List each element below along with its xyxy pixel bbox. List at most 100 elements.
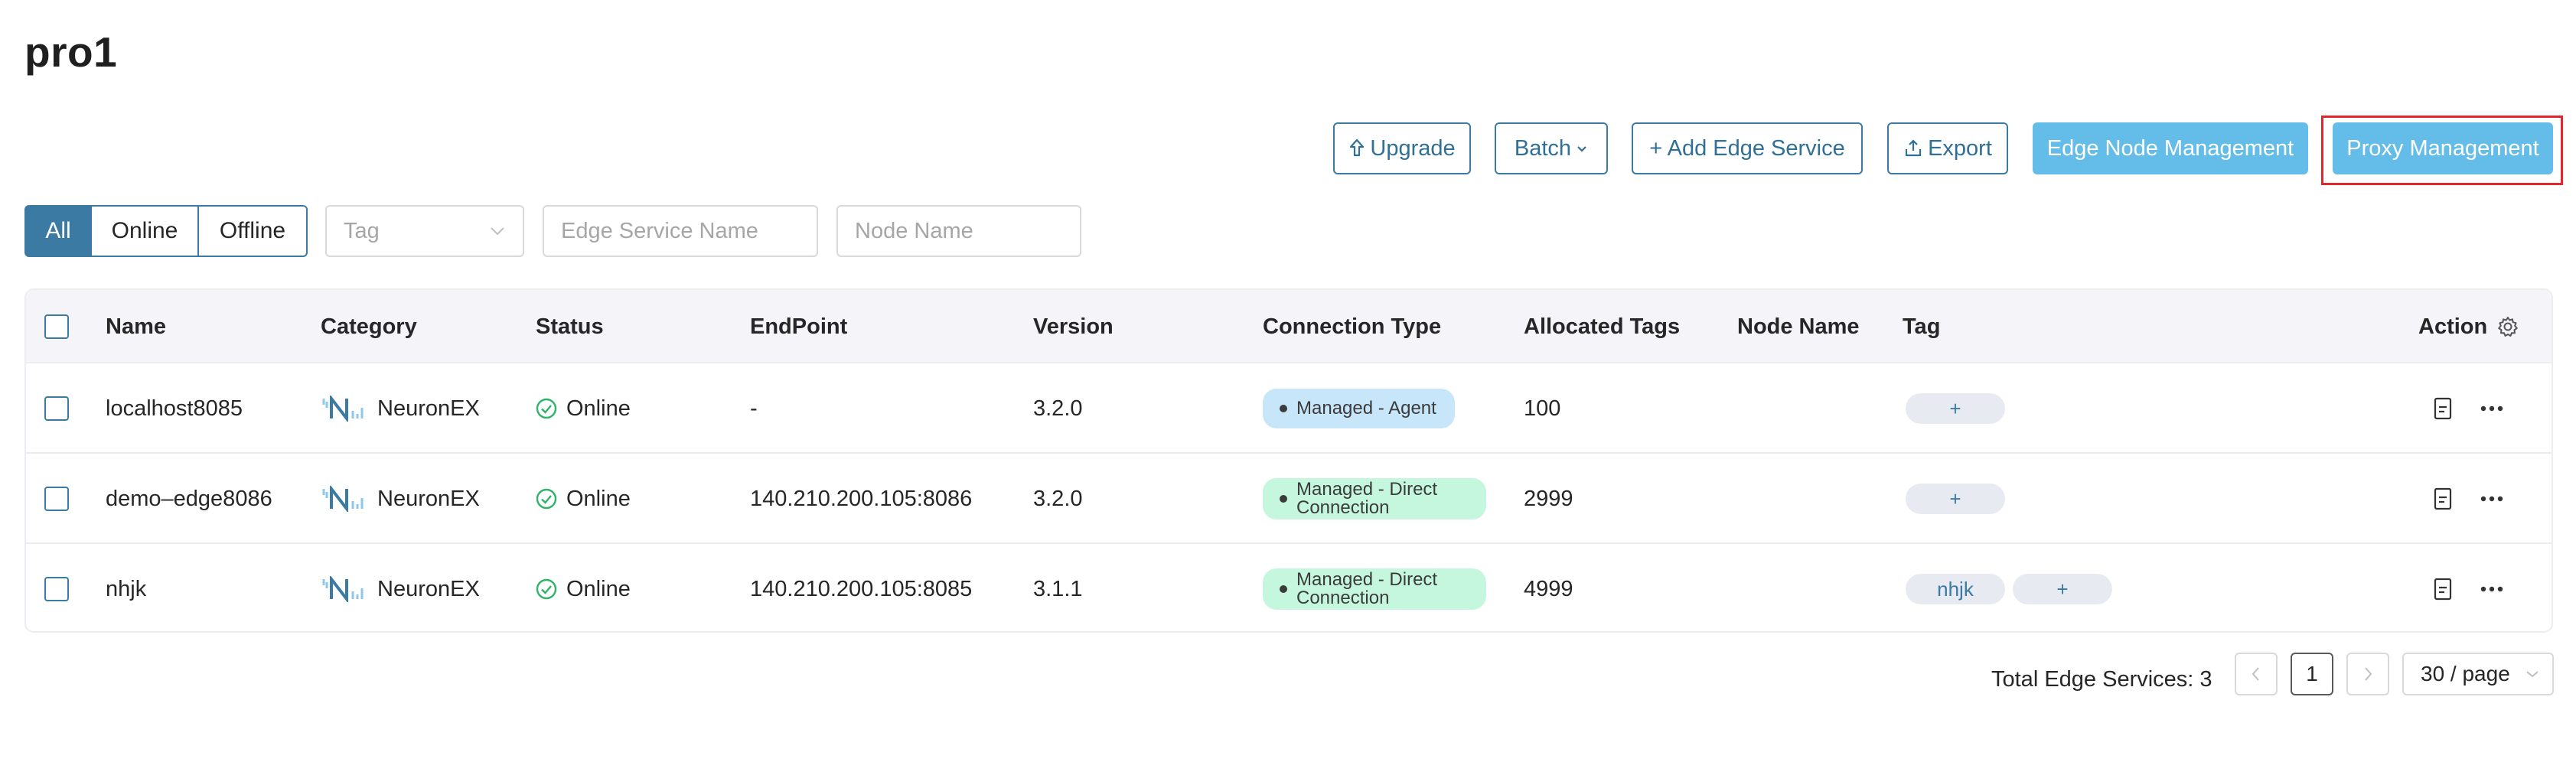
row-checkbox[interactable] bbox=[44, 577, 69, 601]
col-category: Category bbox=[321, 314, 417, 339]
tag-select-placeholder: Tag bbox=[344, 218, 380, 243]
row-version: 3.2.0 bbox=[1033, 486, 1083, 511]
edge-service-name-input[interactable] bbox=[561, 218, 800, 244]
proxy-management-button[interactable]: Proxy Management bbox=[2333, 122, 2553, 174]
row-connection-type: Managed - Agent bbox=[1263, 363, 1455, 454]
export-icon bbox=[1905, 139, 1922, 157]
row-category-label: NeuronEX bbox=[377, 486, 480, 511]
ellipsis-icon[interactable] bbox=[2478, 485, 2506, 513]
add-edge-service-label: + Add Edge Service bbox=[1649, 135, 1845, 161]
row-checkbox[interactable] bbox=[44, 487, 69, 511]
status-filter: All Online Offline bbox=[24, 205, 308, 257]
neuronex-logo-icon bbox=[322, 576, 364, 602]
row-category-label: NeuronEX bbox=[377, 576, 480, 601]
row-endpoint: 140.210.200.105:8086 bbox=[750, 486, 973, 511]
chevron-left-icon bbox=[2252, 667, 2259, 681]
page-title: pro1 bbox=[24, 28, 118, 76]
row-actions bbox=[2429, 363, 2506, 454]
chevron-down-icon bbox=[491, 227, 504, 236]
select-all-cell bbox=[44, 290, 69, 363]
connection-label-line1: Managed - Direct bbox=[1296, 569, 1438, 590]
neuronex-logo-icon bbox=[322, 396, 364, 422]
ellipsis-icon[interactable] bbox=[2478, 575, 2506, 603]
neuronex-logo-icon bbox=[322, 486, 364, 512]
row-select-cell bbox=[44, 544, 69, 631]
edge-node-management-button[interactable]: Edge Node Management bbox=[2033, 122, 2308, 174]
row-status-label: Online bbox=[566, 576, 631, 601]
page-size-label: 30 / page bbox=[2421, 662, 2510, 685]
ellipsis-icon[interactable] bbox=[2478, 395, 2506, 422]
tag-chip[interactable]: nhjk bbox=[1906, 574, 2005, 604]
chevron-down-icon bbox=[1577, 146, 1586, 152]
node-name-input[interactable] bbox=[855, 218, 1063, 244]
check-circle-icon bbox=[536, 578, 557, 600]
document-icon[interactable] bbox=[2429, 485, 2457, 513]
tag-select[interactable]: Tag bbox=[325, 205, 524, 257]
col-status: Status bbox=[536, 314, 604, 339]
page-size-select[interactable]: 30 / page bbox=[2402, 653, 2554, 695]
upgrade-button[interactable]: Upgrade bbox=[1333, 122, 1471, 174]
col-endpoint: EndPoint bbox=[750, 314, 848, 339]
upload-arrow-icon bbox=[1350, 138, 1365, 157]
batch-button[interactable]: Batch bbox=[1495, 122, 1608, 174]
col-action: Action bbox=[2418, 290, 2519, 363]
check-circle-icon bbox=[536, 488, 557, 510]
row-category-label: NeuronEX bbox=[377, 396, 480, 421]
table-row: nhjk NeuronEX Online 140.210.200.105:808… bbox=[26, 542, 2552, 631]
edge-services-table: Name Category Status EndPoint Version Co… bbox=[24, 288, 2553, 633]
row-tags: + bbox=[1906, 454, 2013, 544]
check-circle-icon bbox=[536, 398, 557, 419]
row-status: Online bbox=[536, 363, 631, 454]
row-endpoint: 140.210.200.105:8085 bbox=[750, 576, 973, 601]
row-select-cell bbox=[44, 454, 69, 544]
row-allocated-tags: 4999 bbox=[1524, 576, 1573, 601]
row-connection-type: Managed - Direct Connection bbox=[1263, 454, 1486, 544]
chevron-down-icon bbox=[2526, 671, 2539, 678]
filter-online-tab[interactable]: Online bbox=[92, 205, 199, 257]
row-status: Online bbox=[536, 544, 631, 631]
row-tags: + bbox=[1906, 363, 2013, 454]
export-button[interactable]: Export bbox=[1887, 122, 2008, 174]
row-name: localhost8085 bbox=[106, 396, 243, 421]
batch-label: Batch bbox=[1514, 135, 1572, 161]
edge-service-name-field bbox=[543, 205, 818, 257]
col-allocated-tags: Allocated Tags bbox=[1524, 314, 1681, 339]
table-header: Name Category Status EndPoint Version Co… bbox=[26, 290, 2552, 363]
document-icon[interactable] bbox=[2429, 395, 2457, 422]
export-label: Export bbox=[1928, 135, 1992, 161]
row-category: NeuronEX bbox=[321, 363, 480, 454]
add-edge-service-button[interactable]: + Add Edge Service bbox=[1632, 122, 1863, 174]
add-tag-button[interactable]: + bbox=[2013, 574, 2112, 604]
col-version: Version bbox=[1033, 314, 1114, 339]
row-actions bbox=[2429, 544, 2506, 631]
filter-all-tab[interactable]: All bbox=[24, 205, 92, 257]
col-connection-type: Connection Type bbox=[1263, 314, 1442, 339]
row-version: 3.1.1 bbox=[1033, 576, 1083, 601]
add-tag-button[interactable]: + bbox=[1906, 484, 2005, 514]
document-icon[interactable] bbox=[2429, 575, 2457, 603]
table-row: localhost8085 NeuronEX Online - 3.2.0 Ma… bbox=[26, 362, 2552, 452]
row-endpoint: - bbox=[750, 396, 758, 421]
total-count: Total Edge Services: 3 bbox=[1991, 666, 2212, 692]
add-tag-button[interactable]: + bbox=[1906, 393, 2005, 424]
row-status-label: Online bbox=[566, 486, 631, 511]
connection-label: Managed - Agent bbox=[1296, 398, 1436, 418]
select-all-checkbox[interactable] bbox=[44, 314, 69, 339]
page-1-button[interactable]: 1 bbox=[2291, 653, 2333, 695]
row-actions bbox=[2429, 454, 2506, 544]
row-tags: nhjk + bbox=[1906, 544, 2120, 631]
row-connection-type: Managed - Direct Connection bbox=[1263, 544, 1486, 631]
filter-offline-tab[interactable]: Offline bbox=[199, 205, 308, 257]
row-category: NeuronEX bbox=[321, 544, 480, 631]
table-row: demo–edge8086 NeuronEX Online 140.210.20… bbox=[26, 452, 2552, 542]
row-category: NeuronEX bbox=[321, 454, 480, 544]
row-checkbox[interactable] bbox=[44, 396, 69, 421]
row-name: demo–edge8086 bbox=[106, 486, 272, 511]
next-page-button[interactable] bbox=[2346, 653, 2389, 695]
connection-label-line2: Connection bbox=[1296, 497, 1390, 518]
node-name-field bbox=[836, 205, 1081, 257]
prev-page-button[interactable] bbox=[2235, 653, 2278, 695]
row-name: nhjk bbox=[106, 576, 147, 601]
gear-icon[interactable] bbox=[2496, 315, 2519, 338]
row-version: 3.2.0 bbox=[1033, 396, 1083, 421]
